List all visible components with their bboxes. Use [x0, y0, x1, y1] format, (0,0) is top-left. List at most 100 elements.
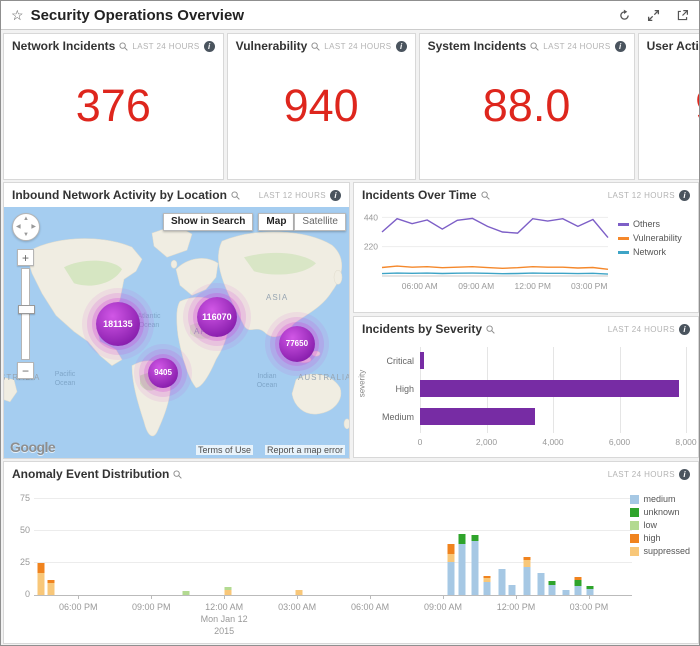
zoom-in-button[interactable]: + — [17, 249, 34, 266]
pan-right-icon[interactable]: ▶ — [31, 224, 36, 230]
stacked-bar[interactable] — [563, 499, 570, 595]
info-icon[interactable]: i — [330, 190, 341, 201]
map-controls: Show in Search Map Satellite — [163, 213, 346, 231]
search-icon[interactable] — [231, 191, 240, 200]
axis-tick — [224, 595, 225, 599]
y-tick-label: 0 — [8, 589, 30, 599]
y-tick-label: 75 — [8, 493, 30, 503]
time-range-label: LAST 24 HOURS — [608, 470, 675, 479]
bar-segment — [509, 585, 516, 595]
zoom-out-button[interactable]: − — [17, 362, 34, 379]
panel-title: Incidents Over Time — [362, 188, 477, 202]
search-icon[interactable] — [530, 42, 539, 51]
info-icon[interactable]: i — [615, 41, 626, 52]
panel-title: Network Incidents — [12, 39, 115, 53]
info-icon[interactable]: i — [396, 41, 407, 52]
world-map[interactable]: Show in Search Map Satellite ▲ ▼ ◀ ▶ + −… — [4, 207, 349, 458]
bar-chart-plot: 02,0004,0006,0008,000CriticalHighMedium — [420, 347, 686, 447]
map-marker[interactable]: 116070 — [197, 297, 237, 337]
kpi-value: 376 — [4, 56, 223, 156]
bar-segment — [38, 563, 45, 573]
stacked-bar[interactable] — [498, 499, 505, 595]
satellite-type-button[interactable]: Satellite — [294, 213, 346, 231]
panel-title: Anomaly Event Distribution — [12, 467, 169, 481]
stacked-bar[interactable] — [295, 499, 302, 595]
legend-item: high — [630, 533, 690, 543]
stacked-bar[interactable] — [182, 499, 189, 595]
google-logo[interactable]: Google — [10, 439, 55, 455]
panel-incidents-by-severity: Incidents by Severity LAST 24 HOURS i se… — [353, 316, 699, 458]
legend-swatch — [618, 237, 629, 240]
map-pan-control[interactable]: ▲ ▼ ◀ ▶ — [12, 213, 40, 241]
bar-segment — [575, 586, 582, 595]
map-zoom-control: + − — [17, 249, 34, 379]
search-icon[interactable] — [119, 42, 128, 51]
terms-of-use-link[interactable]: Terms of Use — [196, 445, 253, 455]
legend-swatch — [630, 534, 639, 543]
search-icon[interactable] — [311, 42, 320, 51]
y-tick-label: 440 — [364, 212, 378, 222]
zoom-slider[interactable] — [21, 268, 30, 360]
info-icon[interactable]: i — [679, 324, 690, 335]
favorite-star-icon[interactable]: ☆ — [11, 7, 24, 24]
map-type-button[interactable]: Map — [258, 213, 294, 231]
map-marker[interactable]: 77650 — [279, 326, 315, 362]
export-icon[interactable] — [676, 9, 689, 22]
axis-tick — [443, 595, 444, 599]
bar-segment — [447, 562, 454, 595]
info-icon[interactable]: i — [204, 41, 215, 52]
stacked-bar[interactable] — [537, 499, 544, 595]
legend-item: low — [630, 520, 690, 530]
search-icon[interactable] — [173, 470, 182, 479]
show-in-search-button[interactable]: Show in Search — [163, 213, 253, 231]
bar-segment — [537, 573, 544, 595]
stacked-bar[interactable] — [225, 499, 232, 595]
bar-segment — [447, 554, 454, 562]
axis-tick — [78, 595, 79, 599]
stacked-bar[interactable] — [472, 499, 479, 595]
map-attribution: Terms of Use Report a map error — [196, 445, 345, 455]
stacked-bar[interactable] — [523, 499, 530, 595]
stacked-bar[interactable] — [548, 499, 555, 595]
dashboard-header: ☆ Security Operations Overview — [1, 1, 699, 30]
search-icon[interactable] — [481, 191, 490, 200]
stacked-bar[interactable] — [587, 499, 594, 595]
map-marker[interactable]: 181135 — [96, 302, 140, 346]
legend-swatch — [630, 508, 639, 517]
time-range-label: LAST 12 HOURS — [608, 191, 675, 200]
pan-left-icon[interactable]: ◀ — [16, 224, 21, 230]
severity-bar[interactable] — [420, 352, 424, 369]
series-line-others — [382, 218, 608, 237]
refresh-icon[interactable] — [618, 9, 631, 22]
zoom-slider-handle[interactable] — [18, 305, 35, 314]
stacked-bar[interactable] — [47, 499, 54, 595]
kpi-value: 88.0 — [420, 56, 634, 156]
x-tick-label: 09:00 AM — [458, 281, 494, 291]
severity-bar[interactable] — [420, 380, 679, 397]
info-icon[interactable]: i — [679, 190, 690, 201]
report-map-error-link[interactable]: Report a map error — [265, 445, 345, 455]
bar-segment — [182, 591, 189, 595]
map-marker[interactable]: 9405 — [148, 358, 178, 388]
stacked-bar[interactable] — [575, 499, 582, 595]
pan-up-icon[interactable]: ▲ — [23, 216, 29, 222]
fullscreen-icon[interactable] — [647, 9, 660, 22]
stacked-bar[interactable] — [483, 499, 490, 595]
page-title: Security Operations Overview — [31, 7, 244, 24]
y-tick-label: 220 — [364, 242, 378, 252]
legend-item: Network — [618, 247, 682, 257]
pan-down-icon[interactable]: ▼ — [23, 232, 29, 238]
stacked-bar[interactable] — [447, 499, 454, 595]
axis-tick — [151, 595, 152, 599]
map-label: AUSTRALIA — [298, 373, 349, 382]
stacked-bar[interactable] — [509, 499, 516, 595]
info-icon[interactable]: i — [679, 469, 690, 480]
stacked-bar[interactable] — [38, 499, 45, 595]
legend-swatch — [630, 495, 639, 504]
panel-user-activity: User Activity LAST 24 HOURS i 935 — [638, 33, 700, 180]
severity-bar[interactable] — [420, 408, 535, 425]
bar-segment — [447, 544, 454, 554]
search-icon[interactable] — [486, 325, 495, 334]
stacked-bar[interactable] — [459, 499, 466, 595]
x-tick-label: 09:00 PM — [132, 601, 171, 613]
